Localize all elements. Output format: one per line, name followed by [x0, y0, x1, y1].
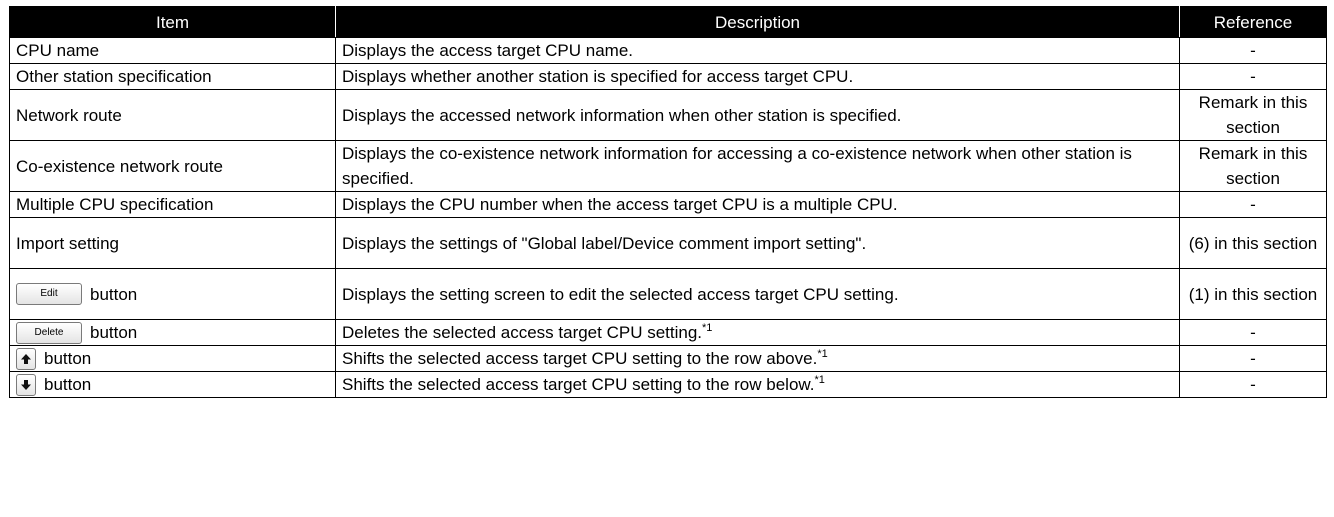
description-cell: Shifts the selected access target CPU se…	[335, 345, 1180, 372]
item-suffix: button	[44, 375, 92, 394]
item-suffix: button	[90, 284, 138, 304]
description-cell: Displays the setting screen to edit the …	[335, 268, 1180, 320]
description-text: Shifts the selected access target CPU se…	[342, 349, 818, 368]
description-cell: Displays the settings of "Global label/D…	[335, 217, 1180, 269]
description-cell: Displays the accessed network informatio…	[335, 89, 1180, 141]
column-header-reference: Reference	[1179, 6, 1327, 38]
table-header-row: Item Description Reference	[9, 6, 1327, 38]
footnote-marker: *1	[817, 348, 828, 360]
item-cell: CPU name	[9, 37, 336, 64]
table-row: Other station specification Displays whe…	[9, 63, 1327, 90]
reference-cell: Remark in this section	[1179, 89, 1327, 141]
specification-table: Item Description Reference CPU name Disp…	[9, 6, 1327, 398]
column-header-description: Description	[335, 6, 1180, 38]
reference-cell: -	[1179, 371, 1327, 398]
table-row: CPU name Displays the access target CPU …	[9, 37, 1327, 64]
footnote-marker: *1	[814, 374, 825, 386]
description-text: Shifts the selected access target CPU se…	[342, 375, 815, 394]
item-cell: Import setting	[9, 217, 336, 269]
item-cell: Co-existence network route	[9, 140, 336, 192]
item-cell: Multiple CPU specification	[9, 191, 336, 218]
reference-cell: -	[1179, 191, 1327, 218]
table-row: Co-existence network route Displays the …	[9, 140, 1327, 192]
reference-cell: (6) in this section	[1179, 217, 1327, 269]
table-row: button Shifts the selected access target…	[9, 371, 1327, 398]
delete-button[interactable]: Delete	[16, 321, 82, 344]
table-row: Edit button Displays the setting screen …	[9, 268, 1327, 320]
item-suffix: button	[90, 323, 138, 342]
edit-button[interactable]: Edit	[16, 283, 82, 305]
description-cell: Displays the CPU number when the access …	[335, 191, 1180, 218]
arrow-up-icon	[21, 353, 31, 364]
description-cell: Shifts the selected access target CPU se…	[335, 371, 1180, 398]
table-row: Import setting Displays the settings of …	[9, 217, 1327, 269]
item-cell: Other station specification	[9, 63, 336, 90]
item-suffix: button	[44, 349, 92, 368]
arrow-down-icon	[21, 379, 31, 390]
column-header-item: Item	[9, 6, 336, 38]
description-cell: Displays the access target CPU name.	[335, 37, 1180, 64]
item-cell: button	[9, 345, 336, 372]
reference-cell: -	[1179, 37, 1327, 64]
description-text: Deletes the selected access target CPU s…	[342, 323, 703, 342]
description-cell: Displays whether another station is spec…	[335, 63, 1180, 90]
item-cell: Delete button	[9, 319, 336, 346]
description-cell: Deletes the selected access target CPU s…	[335, 319, 1180, 346]
table-row: Multiple CPU specification Displays the …	[9, 191, 1327, 218]
reference-cell: -	[1179, 63, 1327, 90]
item-cell: Edit button	[9, 268, 336, 320]
reference-cell: Remark in this section	[1179, 140, 1327, 192]
item-cell: Network route	[9, 89, 336, 141]
description-cell: Displays the co-existence network inform…	[335, 140, 1180, 192]
table-row: Delete button Deletes the selected acces…	[9, 319, 1327, 346]
table-row: Network route Displays the accessed netw…	[9, 89, 1327, 141]
item-cell: button	[9, 371, 336, 398]
reference-cell: -	[1179, 319, 1327, 346]
table-row: button Shifts the selected access target…	[9, 345, 1327, 372]
reference-cell: (1) in this section	[1179, 268, 1327, 320]
move-down-button[interactable]	[16, 373, 36, 396]
footnote-marker: *1	[702, 322, 713, 334]
move-up-button[interactable]	[16, 347, 36, 370]
reference-cell: -	[1179, 345, 1327, 372]
